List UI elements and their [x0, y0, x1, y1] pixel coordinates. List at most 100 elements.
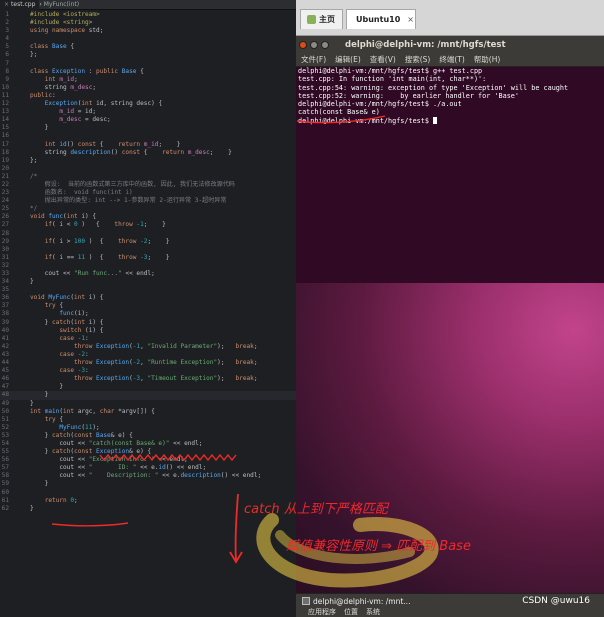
code-token: id: [59, 140, 67, 148]
tab-test-cpp[interactable]: × test.cpp: [0, 0, 40, 10]
code-line[interactable]: 31 if( i == 11 ) { throw -3; }: [0, 254, 296, 262]
menu-view[interactable]: 查看(V): [370, 54, 396, 65]
code-line[interactable]: 37 try {: [0, 302, 296, 310]
code-line[interactable]: 12 Exception(int id, string desc) {: [0, 100, 296, 108]
code-line[interactable]: 62}: [0, 505, 296, 513]
code-line[interactable]: 20: [0, 165, 296, 173]
code-line[interactable]: 40 switch (i) {: [0, 327, 296, 335]
terminal-output[interactable]: delphi@delphi-vm:/mnt/hgfs/test$ g++ tes…: [296, 67, 604, 283]
code-line[interactable]: 22 假设: 当前的函数式第三方库中的函数, 因此, 我们无法修改源代码: [0, 181, 296, 189]
code-area[interactable]: 1 #include <iostream> 2 #include <string> 3 u…: [0, 11, 296, 513]
code-line[interactable]: 54 cout << "catch(const Base& e)" << end…: [0, 440, 296, 448]
code-line[interactable]: 48 }: [0, 391, 296, 400]
code-text: 函数名: void func(int i): [30, 189, 133, 197]
menu-system[interactable]: 系统: [366, 607, 380, 617]
code-line[interactable]: 27 if( i < 0 ) { throw -1; }: [0, 221, 296, 229]
code-token: MyFunc: [48, 294, 71, 302]
code-line[interactable]: 58 cout << " Description: " << e.descrip…: [0, 472, 296, 480]
code-line[interactable]: 51 try {: [0, 416, 296, 424]
code-line[interactable]: 52 MyFunc(11);: [0, 424, 296, 432]
code-line[interactable]: 2 #include <string>: [0, 19, 296, 27]
code-line[interactable]: 11 public:: [0, 92, 296, 100]
menu-help[interactable]: 帮助(H): [474, 54, 501, 65]
line-number: 2: [5, 19, 9, 27]
code-line[interactable]: 25 */: [0, 205, 296, 213]
code-line[interactable]: 60: [0, 489, 296, 497]
code-line[interactable]: 33 cout << "Run func..." << endl;: [0, 270, 296, 278]
code-line[interactable]: 32: [0, 262, 296, 270]
code-line[interactable]: 19};: [0, 157, 296, 165]
code-line[interactable]: 14 m_desc = desc;: [0, 116, 296, 124]
code-token: func: [48, 213, 64, 221]
code-line[interactable]: 47 }: [0, 383, 296, 391]
line-number: 37: [1, 302, 9, 310]
tab-ubuntu10[interactable]: Ubuntu10 ×: [346, 9, 416, 29]
code-token: std;: [88, 27, 104, 35]
close-icon[interactable]: ×: [407, 15, 414, 24]
code-line[interactable]: 3 using namespace std;: [0, 27, 296, 35]
code-line[interactable]: 26 void func(int i) {: [0, 213, 296, 221]
code-line[interactable]: 17 int id() const { return m_id; }: [0, 141, 296, 149]
code-line[interactable]: 56 cout << "Exception Info: " << endl;: [0, 456, 296, 464]
code-line[interactable]: 28: [0, 230, 296, 238]
code-line[interactable]: 8 class Exception : public Base {: [0, 68, 296, 76]
code-line[interactable]: 18 string description() const { return m…: [0, 149, 296, 157]
code-line[interactable]: 61 return 0;: [0, 497, 296, 505]
menu-search[interactable]: 搜索(S): [405, 54, 431, 65]
code-line[interactable]: 1 #include <iostream>: [0, 11, 296, 19]
code-line[interactable]: 29 if( i > 100 ) { throw -2; }: [0, 238, 296, 246]
code-line[interactable]: 16: [0, 132, 296, 140]
taskbar-terminal-window[interactable]: delphi@delphi-vm: /mnt...: [298, 595, 414, 607]
code-line[interactable]: 49}: [0, 400, 296, 408]
menu-applications[interactable]: 应用程序: [308, 607, 336, 617]
code-line[interactable]: 45 case -3:: [0, 367, 296, 375]
code-line[interactable]: 43 case -2:: [0, 351, 296, 359]
close-window-icon[interactable]: [299, 40, 307, 49]
code-line[interactable]: 46 throw Exception(-3, "Timeout Exceptio…: [0, 375, 296, 383]
code-line[interactable]: 7: [0, 60, 296, 68]
menu-file[interactable]: 文件(F): [301, 54, 326, 65]
code-line[interactable]: 57 cout << " ID: " << e.id() << endl;: [0, 464, 296, 472]
code-line[interactable]: 9 int m_id;: [0, 76, 296, 84]
code-line[interactable]: 15 }: [0, 124, 296, 132]
code-line[interactable]: 4: [0, 35, 296, 43]
code-line[interactable]: 59 }: [0, 480, 296, 488]
minimize-window-icon[interactable]: [310, 40, 318, 49]
code-line[interactable]: 41 case -1:: [0, 335, 296, 343]
code-line[interactable]: 5 class Base {: [0, 43, 296, 51]
code-line[interactable]: 10 string m_desc;: [0, 84, 296, 92]
close-icon[interactable]: ×: [4, 1, 9, 8]
code-line[interactable]: 21 /*: [0, 173, 296, 181]
code-line[interactable]: 39 } catch(int i) {: [0, 319, 296, 327]
code-line[interactable]: 34}: [0, 278, 296, 286]
code-line[interactable]: 53 } catch(const Base& e) {: [0, 432, 296, 440]
code-token: cout <<: [30, 439, 89, 447]
code-line[interactable]: 55 } catch(const Exception& e) {: [0, 448, 296, 456]
code-line[interactable]: 44 throw Exception(-2, "Runtime Exceptio…: [0, 359, 296, 367]
code-line[interactable]: 13 m_id = id;: [0, 108, 296, 116]
code-line[interactable]: 36 void MyFunc(int i) {: [0, 294, 296, 302]
menu-places[interactable]: 位置: [344, 607, 358, 617]
code-token: #include <iostream>: [30, 11, 100, 18]
code-line[interactable]: 35: [0, 286, 296, 294]
breadcrumb[interactable]: MyFunc(int): [42, 1, 79, 8]
code-line[interactable]: 30: [0, 246, 296, 254]
code-line[interactable]: 24 抛出异常的类型: int --> 1-参数异常 2-运行异常 3-超时异常: [0, 197, 296, 205]
code-line[interactable]: 6};: [0, 51, 296, 59]
code-token: catch: [52, 318, 71, 326]
tab-home[interactable]: 主页: [300, 9, 343, 29]
menu-terminal[interactable]: 终端(T): [439, 54, 464, 65]
menu-edit[interactable]: 编辑(E): [335, 54, 361, 65]
code-line[interactable]: 42 throw Exception(-1, "Invalid Paramete…: [0, 343, 296, 351]
code-text: string m_desc;: [30, 84, 96, 92]
line-number: 3: [5, 27, 9, 35]
maximize-window-icon[interactable]: [321, 40, 329, 49]
code-token: if: [44, 253, 53, 261]
code-line[interactable]: 23 函数名: void func(int i): [0, 189, 296, 197]
code-token: i) {: [88, 294, 104, 302]
code-line[interactable]: 38 func(i);: [0, 310, 296, 318]
code-line[interactable]: 50 int main(int argc, char *argv[]) {: [0, 408, 296, 416]
